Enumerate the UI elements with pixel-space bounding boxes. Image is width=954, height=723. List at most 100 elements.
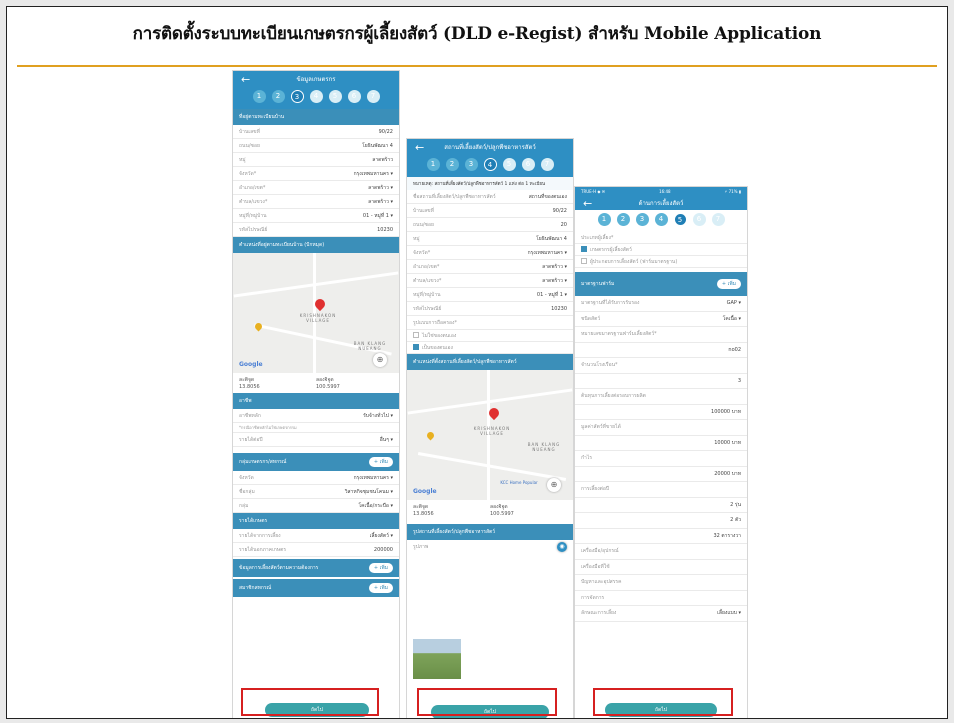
map-view[interactable]: KRISHNAKON VILLAGE BAN KLANG NUEANG Goog… <box>233 253 399 373</box>
field-job[interactable]: อาชีพหลัก รับจ้างทั่วไป ▾ <box>233 409 399 423</box>
form-field[interactable]: มูลค่าสัตว์ที่ขายได้ <box>575 420 747 436</box>
field-value: 20000 บาท <box>714 470 741 477</box>
map-view[interactable]: KRISHNAKON VILLAGE BAN KLANG NUEANG KCC … <box>407 370 573 500</box>
form-field[interactable]: กลุ่ม โคเนื้อ/กระบือ ▾ <box>233 499 399 513</box>
form-field[interactable]: 20000 บาท <box>575 467 747 482</box>
google-logo: Google <box>413 488 437 495</box>
step-indicator: 1234567 <box>575 210 747 232</box>
field-label: หมู่ <box>239 156 246 163</box>
form-field[interactable]: เครื่องมือ/อุปกรณ์ <box>575 544 747 560</box>
form-field[interactable]: อำเภอ/เขต* ลาดพร้าว ▾ <box>407 260 573 274</box>
form-field[interactable]: หมายเลขมาตรฐานฟาร์มเลี้ยงสัตว์* <box>575 327 747 343</box>
field-label: ชนิดสัตว์ <box>581 315 601 322</box>
form-field[interactable]: 2 รุ่น <box>575 498 747 513</box>
form-field[interactable]: ชื่อกลุ่ม วิสาหกิจชุมชนโคนม ▾ <box>233 485 399 499</box>
form-field[interactable]: ชนิดสัตว์ โคเนื้อ ▾ <box>575 312 747 327</box>
add-group-button[interactable]: + เพิ่ม <box>368 457 393 467</box>
field-label: รายได้จากการเลี้ยง <box>239 532 281 539</box>
section-standard: มาตรฐานฟาร์ม + เพิ่ม <box>575 272 747 296</box>
form-field[interactable]: หมู่ โยธินพัฒนา 4 <box>407 232 573 246</box>
locate-icon[interactable]: ⊕ <box>547 478 561 492</box>
field-label: จำนวนโรงเรือน* <box>581 362 618 369</box>
highlight-box-2 <box>417 688 557 716</box>
form-field[interactable]: ตำบล/แขวง* ลาดพร้าว ▾ <box>233 195 399 209</box>
form-field[interactable]: ถนน/ซอย โยธินพัฒนา 4 <box>233 139 399 153</box>
form-field[interactable]: รายได้นอกภาคเกษตร 200000 <box>233 543 399 557</box>
form-field[interactable]: จังหวัด* กรุงเทพมหานคร ▾ <box>407 246 573 260</box>
section-map: ตำแหน่งที่อยู่ตามทะเบียนบ้าน (ปักหมุด) <box>233 237 399 253</box>
step-dot: 1 <box>426 158 440 171</box>
option-operator[interactable]: ผู้ประกอบการเลี้ยงสัตว์ (ฟาร์มมาตรฐาน) <box>575 256 747 268</box>
field-value: 2 ตัว <box>730 517 741 524</box>
field-value: กรุงเทพมหานคร ▾ <box>353 474 393 481</box>
field-label: บ้านเลขที่ <box>239 128 260 135</box>
form-field[interactable]: รายได้จากการเลี้ยง เลี้ยงสัตว์ ▾ <box>233 529 399 543</box>
phone-screen-livestock: TRUE-H ◆ ✉ 16:48 ⚡ 71% ▮ ← ด้านการเลี้ยงสั… <box>575 187 747 718</box>
status-bar: TRUE-H ◆ ✉ 16:48 ⚡ 71% ▮ <box>575 187 747 196</box>
form-field[interactable]: กำไร <box>575 451 747 467</box>
field-label: หมายเลขมาตรฐานฟาร์มเลี้ยงสัตว์* <box>581 331 657 338</box>
form-field[interactable]: รหัสไปรษณีย์ 10230 <box>233 223 399 237</box>
form-field[interactable]: หมู่ที่/หมู่บ้าน 01 - หมู่ที่ 1 ▾ <box>233 209 399 223</box>
field-label: มาตรฐานที่ได้รับการรับรอง <box>581 300 640 307</box>
step-dot: 5 <box>502 158 516 171</box>
form-field[interactable]: จังหวัด* กรุงเทพมหานคร ▾ <box>233 167 399 181</box>
form-field[interactable]: 3 <box>575 374 747 389</box>
form-field[interactable]: ลักษณะการเลี้ยง เลี้ยงแบบ ▾ <box>575 606 747 622</box>
back-arrow-icon[interactable]: ← <box>583 197 601 210</box>
back-arrow-icon[interactable]: ← <box>415 141 433 154</box>
form-field[interactable]: รหัสไปรษณีย์ 10230 <box>407 302 573 316</box>
form-field[interactable]: ถนน/ซอย 20 <box>407 218 573 232</box>
farm-photo[interactable] <box>413 639 461 679</box>
field-value: 32 ตารางวา <box>713 532 741 539</box>
add-standard-button[interactable]: + เพิ่ม <box>716 279 741 289</box>
step-dot: 4 <box>309 90 323 103</box>
camera-icon[interactable]: ◉ <box>557 542 567 552</box>
field-income[interactable]: รายได้ต่อปี อื่นๆ ▾ <box>233 433 399 447</box>
lng-value: 100.5997 <box>490 511 514 517</box>
locate-icon[interactable]: ⊕ <box>373 353 387 367</box>
app-header: ← ข้อมูลเกษตรกร <box>233 71 399 87</box>
form-field[interactable]: การเลี้ยงต่อปี <box>575 482 747 498</box>
form-field[interactable]: จำนวนโรงเรือน* <box>575 358 747 374</box>
field-label: ถนน/ซอย <box>239 142 260 149</box>
form-field[interactable]: เครื่องมือที่ใช้ <box>575 560 747 575</box>
back-arrow-icon[interactable]: ← <box>241 73 259 86</box>
field-value: วิสาหกิจชุมชนโคนม ▾ <box>344 488 393 495</box>
field-label: ถนน/ซอย <box>413 221 434 228</box>
map-poi-icon <box>253 321 264 332</box>
form-field[interactable]: หมู่ ลาดพร้าว <box>233 153 399 167</box>
form-field[interactable]: 32 ตารางวา <box>575 529 747 544</box>
form-field[interactable]: 2 ตัว <box>575 513 747 529</box>
step-dot: 7 <box>540 158 554 171</box>
form-field[interactable]: การจัดการ <box>575 591 747 606</box>
field-value: เลี้ยงแบบ ▾ <box>717 610 741 617</box>
map-label: KRISHNAKON VILLAGE <box>299 313 337 323</box>
map-label-2: BAN KLANG NUEANG <box>527 442 561 452</box>
field-value: 2 รุ่น <box>730 501 741 508</box>
field-value: 200000 <box>373 546 393 553</box>
add-more2-button[interactable]: + เพิ่ม <box>368 583 393 593</box>
form-field[interactable]: ตำบล/แขวง* ลาดพร้าว ▾ <box>407 274 573 288</box>
form-field[interactable]: ปัญหาและอุปสรรค <box>575 575 747 591</box>
field-value: no02 <box>728 346 741 353</box>
form-field[interactable]: 100000 บาท <box>575 405 747 420</box>
field-place-type[interactable]: ชื่อสถานที่เลี้ยงสัตว์/ปลูกพืชอาหารสัตว์… <box>407 190 573 204</box>
field-value: 10000 บาท <box>714 439 741 446</box>
form-field[interactable]: no02 <box>575 343 747 358</box>
form-field[interactable]: จังหวัด กรุงเทพมหานคร ▾ <box>233 471 399 485</box>
form-field[interactable]: 10000 บาท <box>575 436 747 451</box>
option-own[interactable]: เป็นของตนเอง <box>407 342 573 354</box>
form-field[interactable]: หมู่ที่/หมู่บ้าน 01 - หมู่ที่ 1 ▾ <box>407 288 573 302</box>
form-field[interactable]: บ้านเลขที่ 90/22 <box>407 204 573 218</box>
add-more1-button[interactable]: + เพิ่ม <box>368 563 393 573</box>
form-field[interactable]: ต้นทุนการเลี้ยงต่อรอบการผลิต <box>575 389 747 405</box>
form-field[interactable]: บ้านเลขที่ 90/22 <box>233 125 399 139</box>
section-photo: รูปสถานที่เลี้ยงสัตว์/ปลูกพืชอาหารสัตว์ <box>407 524 573 540</box>
form-field[interactable]: อำเภอ/เขต* ลาดพร้าว ▾ <box>233 181 399 195</box>
field-label: รายได้นอกภาคเกษตร <box>239 546 287 553</box>
option-not-own[interactable]: ไม่ใช่ของตนเอง <box>407 330 573 342</box>
form-field[interactable]: มาตรฐานที่ได้รับการรับรอง GAP ▾ <box>575 296 747 312</box>
option-farmer[interactable]: เกษตรกรผู้เลี้ยงสัตว์ <box>575 244 747 256</box>
field-label: จังหวัด* <box>413 249 431 256</box>
